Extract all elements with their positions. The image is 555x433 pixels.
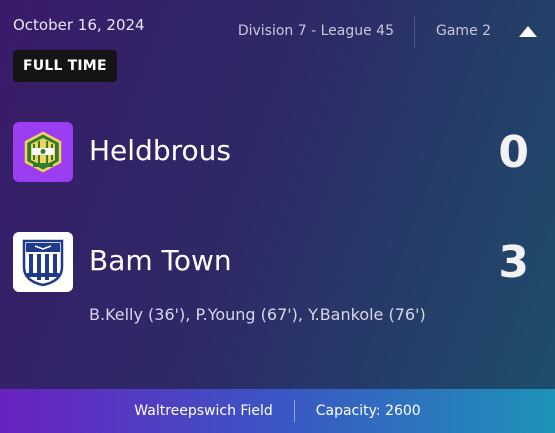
header-divider (414, 16, 415, 48)
match-card: October 16, 2024 FULL TIME Division 7 - … (0, 0, 555, 433)
home-score: 0 (498, 127, 529, 178)
home-team-name: Heldbrous (89, 134, 231, 167)
away-team-logo (13, 232, 73, 292)
home-team-logo (13, 122, 73, 182)
chevron-up-icon (519, 26, 537, 37)
away-goal-scorers: B.Kelly (36'), P.Young (67'), Y.Bankole … (89, 305, 426, 324)
home-team-crest-icon (24, 131, 62, 173)
collapse-button[interactable] (518, 24, 538, 40)
away-team-name: Bam Town (89, 244, 232, 277)
away-team-crest-icon (22, 239, 64, 287)
away-score: 3 (498, 237, 529, 288)
status-badge: FULL TIME (13, 50, 117, 82)
division-label: Division 7 - League 45 (237, 23, 394, 39)
venue-footer: Waltreepswich Field Capacity: 2600 (0, 389, 555, 433)
venue-capacity: Capacity: 2600 (315, 403, 421, 419)
game-label: Game 2 (436, 23, 492, 39)
match-date: October 16, 2024 (13, 16, 145, 34)
venue-name: Waltreepswich Field (134, 403, 273, 419)
